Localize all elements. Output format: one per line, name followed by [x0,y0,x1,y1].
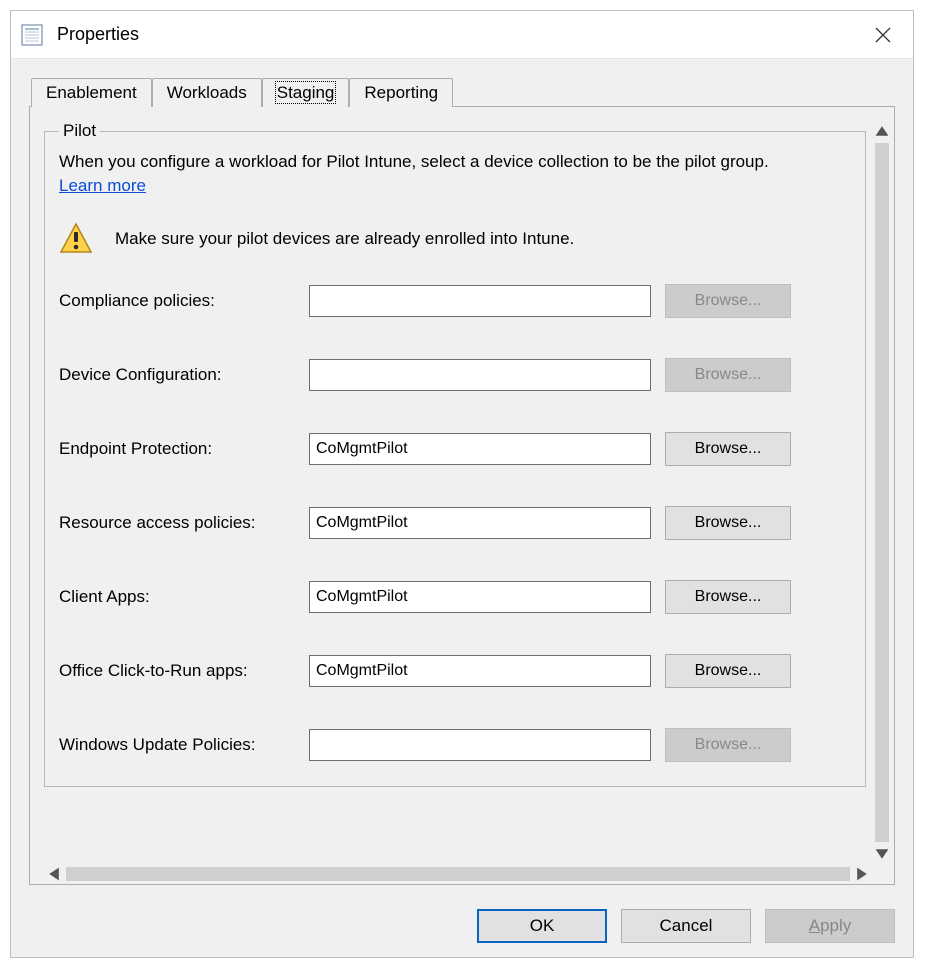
tabstrip: Enablement Workloads Staging Reporting [29,77,895,107]
vertical-scrollbar[interactable] [872,121,892,864]
row-office-ctr-apps: Office Click-to-Run apps: Browse... [59,654,851,688]
window-title: Properties [57,24,861,45]
scroll-down-arrow[interactable] [874,846,890,862]
row-endpoint-protection: Endpoint Protection: Browse... [59,432,851,466]
cancel-button[interactable]: Cancel [621,909,751,943]
label-device-configuration: Device Configuration: [59,365,309,385]
input-office-ctr-apps[interactable] [309,655,651,687]
row-client-apps: Client Apps: Browse... [59,580,851,614]
scroll-area: Pilot When you configure a workload for … [44,121,894,864]
vertical-scroll-thumb[interactable] [875,143,889,842]
tab-enablement[interactable]: Enablement [31,78,152,107]
properties-dialog: Properties Enablement Workloads Staging … [10,10,914,958]
label-office-ctr-apps: Office Click-to-Run apps: [59,661,309,681]
apply-button[interactable]: Apply [765,909,895,943]
input-endpoint-protection[interactable] [309,433,651,465]
input-compliance-policies[interactable] [309,285,651,317]
row-windows-update-policies: Windows Update Policies: Browse... [59,728,851,762]
input-windows-update-policies[interactable] [309,729,651,761]
input-client-apps[interactable] [309,581,651,613]
dialog-button-row: OK Cancel Apply [11,895,913,957]
browse-client-apps[interactable]: Browse... [665,580,791,614]
label-client-apps: Client Apps: [59,587,309,607]
row-compliance-policies: Compliance policies: Browse... [59,284,851,318]
ok-button[interactable]: OK [477,909,607,943]
warning-row: Make sure your pilot devices are already… [59,222,851,256]
browse-resource-access-policies[interactable]: Browse... [665,506,791,540]
tab-panel-staging: Pilot When you configure a workload for … [29,106,895,885]
content-viewport: Pilot When you configure a workload for … [44,121,872,864]
label-resource-access-policies: Resource access policies: [59,513,309,533]
tab-staging[interactable]: Staging [262,78,350,107]
app-icon [21,24,43,46]
browse-windows-update-policies[interactable]: Browse... [665,728,791,762]
scroll-up-arrow[interactable] [874,123,890,139]
tab-workloads[interactable]: Workloads [152,78,262,107]
row-device-configuration: Device Configuration: Browse... [59,358,851,392]
close-button[interactable] [861,17,905,53]
scroll-right-arrow[interactable] [854,866,870,882]
browse-device-configuration[interactable]: Browse... [665,358,791,392]
horizontal-scrollbar[interactable] [44,864,872,884]
browse-endpoint-protection[interactable]: Browse... [665,432,791,466]
label-endpoint-protection: Endpoint Protection: [59,439,309,459]
horizontal-scroll-thumb[interactable] [66,867,850,881]
tab-container: Enablement Workloads Staging Reporting P… [29,77,895,885]
warning-text: Make sure your pilot devices are already… [115,229,574,249]
label-compliance-policies: Compliance policies: [59,291,309,311]
row-resource-access-policies: Resource access policies: Browse... [59,506,851,540]
warning-icon [59,222,93,256]
learn-more-link[interactable]: Learn more [59,176,146,196]
titlebar: Properties [11,11,913,59]
tab-reporting[interactable]: Reporting [349,78,453,107]
pilot-description: When you configure a workload for Pilot … [59,151,851,174]
close-icon [875,27,891,43]
pilot-legend: Pilot [59,121,100,141]
scroll-left-arrow[interactable] [46,866,62,882]
browse-office-ctr-apps[interactable]: Browse... [665,654,791,688]
pilot-group: Pilot When you configure a workload for … [44,121,866,787]
dialog-body: Enablement Workloads Staging Reporting P… [11,59,913,895]
browse-compliance-policies[interactable]: Browse... [665,284,791,318]
input-resource-access-policies[interactable] [309,507,651,539]
label-windows-update-policies: Windows Update Policies: [59,735,309,755]
input-device-configuration[interactable] [309,359,651,391]
